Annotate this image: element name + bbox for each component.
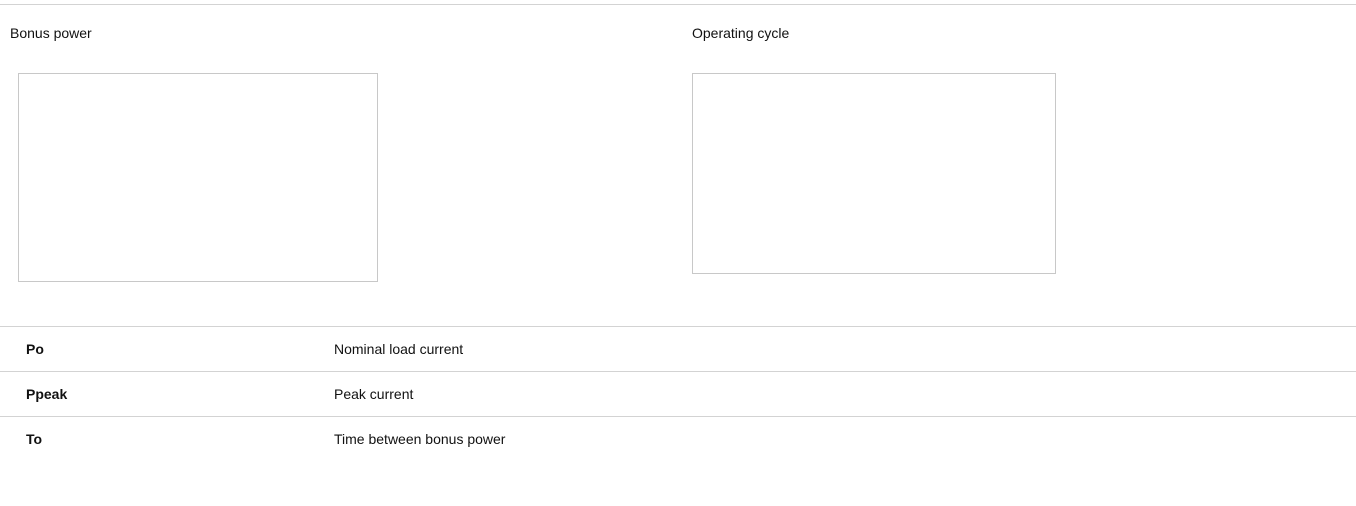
- definition-description: Nominal load current: [334, 341, 464, 357]
- definition-row: Po Nominal load current: [0, 327, 1356, 371]
- definition-term: Po: [26, 341, 44, 357]
- bonus-power-image: [18, 73, 378, 282]
- column-header-operating-cycle: Operating cycle: [692, 25, 790, 41]
- definition-description: Time between bonus power: [334, 431, 506, 447]
- operating-cycle-image: [692, 73, 1056, 274]
- table-top-border: [0, 4, 1356, 5]
- definition-term: To: [26, 431, 43, 447]
- definition-description: Peak current: [334, 386, 414, 402]
- definition-row: Ppeak Peak current: [0, 372, 1356, 416]
- definition-term: Ppeak: [26, 386, 68, 402]
- page: Bonus power Operating cycle Po Nominal l…: [0, 0, 1356, 506]
- definition-row: To Time between bonus power: [0, 417, 1356, 461]
- column-header-bonus-power: Bonus power: [10, 25, 92, 41]
